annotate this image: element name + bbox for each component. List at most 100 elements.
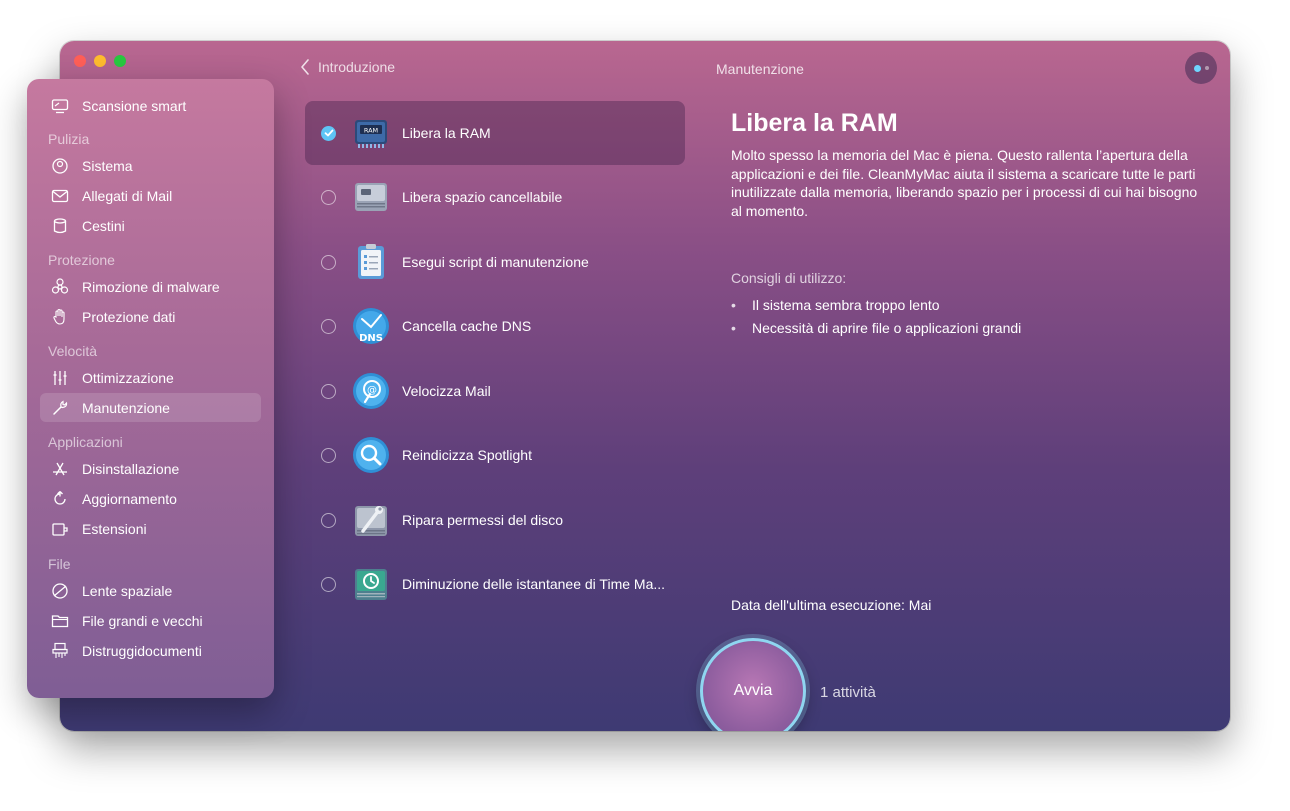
sidebar-item-optimization[interactable]: Ottimizzazione: [40, 363, 261, 392]
sidebar-item-extensions[interactable]: Estensioni: [40, 514, 261, 543]
task-label: Cancella cache DNS: [402, 318, 532, 334]
task-row-reindex-spotlight[interactable]: Reindicizza Spotlight: [305, 423, 685, 487]
sidebar-item-trash-bins[interactable]: Cestini: [40, 211, 261, 240]
smart-scan-icon: [49, 97, 71, 115]
task-checkbox[interactable]: [321, 512, 336, 528]
clipboard-checklist-icon: [358, 244, 384, 279]
task-row-speed-up-mail[interactable]: @ Velocizza Mail: [305, 359, 685, 423]
hand-icon: [49, 308, 71, 326]
wrench-icon: [49, 399, 71, 417]
sidebar-item-label: Scansione smart: [82, 97, 187, 114]
task-label: Reindicizza Spotlight: [402, 447, 532, 463]
task-checkbox[interactable]: [321, 318, 336, 334]
sidebar-item-label: Sistema: [82, 157, 133, 174]
tip-item: • Necessità di aprire file o applicazion…: [731, 320, 1021, 336]
chevron-left-icon: [301, 59, 309, 75]
last-run-info: Data dell'ultima esecuzione: Mai: [731, 597, 931, 613]
assistant-dot-icon: [1193, 64, 1201, 72]
task-checkbox[interactable]: [321, 125, 336, 141]
task-checkbox[interactable]: [321, 383, 336, 399]
task-label: Esegui script di manutenzione: [402, 254, 589, 270]
dns-gauge-icon: DNS: [353, 308, 389, 344]
minimize-window-button[interactable]: [94, 55, 106, 67]
task-row-maintenance-scripts[interactable]: Esegui script di manutenzione: [305, 230, 685, 294]
task-label: Ripara permessi del disco: [402, 512, 564, 528]
task-checkbox[interactable]: [321, 189, 336, 205]
assistant-dot-small-icon: [1204, 66, 1209, 70]
svg-text:DNS: DNS: [359, 333, 383, 344]
sidebar-item-updater[interactable]: Aggiornamento: [40, 484, 261, 513]
zoom-window-button[interactable]: [114, 55, 126, 67]
sidebar-item-uninstaller[interactable]: Disinstallazione: [40, 454, 261, 483]
svg-text:RAM: RAM: [364, 127, 378, 135]
mail-icon: [49, 187, 71, 205]
sidebar-section-header: Applicazioni: [48, 434, 123, 450]
back-button-label: Introduzione: [318, 59, 396, 75]
task-label: Libera la RAM: [402, 125, 491, 141]
task-row-repair-disk-permissions[interactable]: Ripara permessi del disco: [305, 488, 685, 552]
tip-text: Necessità di aprire file o applicazioni …: [752, 320, 1022, 336]
task-row-purgeable-space[interactable]: Libera spazio cancellabile: [305, 165, 685, 229]
task-label: Diminuzione delle istantanee di Time Ma.…: [402, 576, 666, 592]
close-window-button[interactable]: [74, 55, 86, 67]
sidebar-item-label: Allegati di Mail: [82, 187, 173, 204]
detail-title: Libera la RAM: [731, 109, 898, 137]
sidebar-item-label: Distruggidocumenti: [82, 642, 202, 659]
sidebar-item-label: Disinstallazione: [82, 460, 180, 477]
sidebar-item-privacy[interactable]: Protezione dati: [40, 302, 261, 331]
sidebar-item-label: Ottimizzazione: [82, 369, 174, 386]
sidebar-item-label: Rimozione di malware: [82, 278, 220, 295]
task-checkbox[interactable]: [321, 576, 336, 592]
sidebar-item-space-lens[interactable]: Lente spaziale: [40, 576, 261, 605]
activity-count: 1 attività: [820, 684, 876, 701]
sidebar-section-header: Protezione: [48, 252, 115, 268]
sidebar-item-large-old-files[interactable]: File grandi e vecchi: [40, 606, 261, 635]
task-checkbox[interactable]: [321, 254, 336, 270]
update-arrow-icon: [49, 490, 71, 508]
space-lens-icon: [49, 582, 71, 600]
sidebar-item-malware-removal[interactable]: Rimozione di malware: [40, 272, 261, 301]
last-run-value: Mai: [908, 597, 932, 613]
extensions-icon: [49, 520, 71, 538]
checkmark-icon: [324, 129, 333, 137]
sliders-icon: [49, 369, 71, 387]
tip-text: Il sistema sembra troppo lento: [752, 297, 940, 313]
sidebar-section-header: Pulizia: [48, 131, 90, 147]
sidebar-section-header: File: [48, 556, 71, 572]
hard-drive-icon: [355, 183, 387, 211]
task-checkbox[interactable]: [321, 447, 336, 463]
system-junk-icon: [49, 157, 71, 175]
detail-description: Molto spesso la memoria del Mac è piena.…: [731, 147, 1198, 219]
sidebar-item-label: Lente spaziale: [82, 582, 173, 599]
run-button[interactable]: Avvia: [700, 638, 806, 731]
folder-icon: [49, 612, 71, 630]
sidebar-item-shredder[interactable]: Distruggidocumenti: [40, 636, 261, 665]
sidebar-item-system[interactable]: Sistema: [40, 151, 261, 180]
sidebar-item-mail-attachments[interactable]: Allegati di Mail: [40, 181, 261, 210]
tip-item: • Il sistema sembra troppo lento: [731, 297, 940, 313]
sidebar-item-label: Protezione dati: [82, 308, 176, 325]
magnifier-icon: [353, 437, 389, 473]
sidebar-section-header: Velocità: [48, 343, 98, 359]
last-run-label: Data dell'ultima esecuzione:: [731, 597, 905, 613]
back-button[interactable]: Introduzione: [300, 59, 395, 75]
biohazard-icon: [49, 277, 71, 296]
task-row-time-machine-snapshots[interactable]: Diminuzione delle istantanee di Time Ma.…: [305, 552, 685, 616]
time-machine-disk-icon: [355, 569, 387, 600]
task-label: Velocizza Mail: [402, 383, 491, 399]
sidebar-item-label: Manutenzione: [82, 399, 170, 416]
app-store-icon: [49, 460, 71, 478]
assistant-button[interactable]: [1185, 52, 1217, 84]
window-title: Manutenzione: [716, 61, 804, 77]
tip-bullet: •: [731, 320, 736, 336]
sidebar-item-label: File grandi e vecchi: [82, 612, 203, 629]
sidebar-item-smart-scan[interactable]: Scansione smart: [40, 91, 261, 120]
task-row-dns-cache[interactable]: DNS Cancella cache DNS: [305, 294, 685, 358]
sidebar-item-maintenance[interactable]: Manutenzione: [40, 393, 261, 422]
tip-bullet: •: [731, 297, 736, 313]
ram-chip-icon: RAM: [355, 120, 387, 148]
task-row-free-ram[interactable]: RAM Libera la RAM: [305, 101, 685, 165]
task-label: Libera spazio cancellabile: [402, 189, 563, 205]
mail-speed-icon: @: [353, 373, 389, 409]
shredder-icon: [49, 642, 71, 660]
